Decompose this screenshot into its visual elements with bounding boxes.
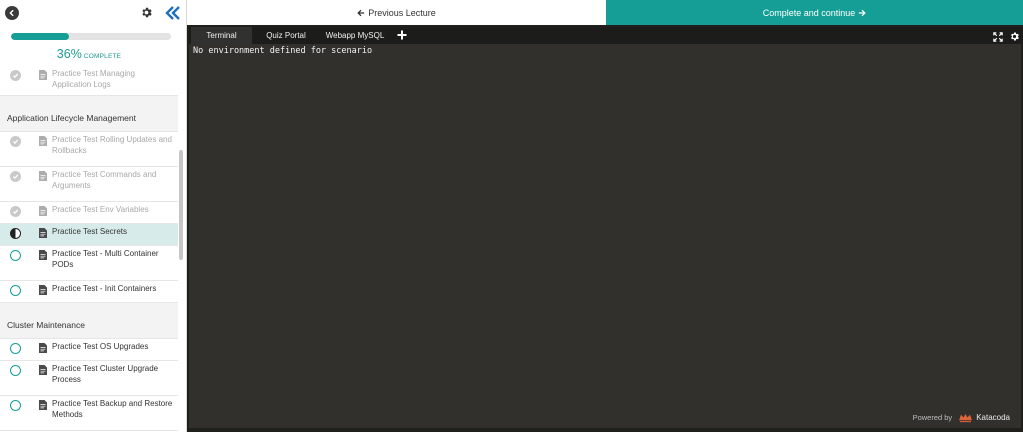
course-progress-bar	[11, 33, 171, 40]
lecture-title: Practice Test - Multi Container PODs	[52, 249, 159, 269]
completed-check-icon	[10, 171, 21, 182]
chevron-left-icon	[9, 9, 14, 17]
section-header: Application Lifecycle Management	[0, 96, 178, 132]
lecture-item[interactable]: Practice Test Managing Application Logs	[0, 66, 178, 96]
completed-check-icon	[10, 136, 21, 147]
previous-lecture-button[interactable]: Previous Lecture	[187, 0, 606, 25]
terminal-settings-icon[interactable]	[1009, 31, 1020, 42]
terminal-output: No environment defined for scenario	[193, 46, 373, 56]
document-icon	[39, 136, 47, 146]
document-icon	[39, 250, 47, 260]
sidebar-scrollbar[interactable]	[179, 150, 183, 260]
add-tab-icon[interactable]	[395, 28, 409, 42]
document-icon	[39, 365, 47, 375]
section-title: Cluster Maintenance	[7, 320, 85, 330]
not-started-icon	[10, 400, 21, 411]
progress-complete-text: COMPLETE	[83, 53, 122, 60]
not-started-icon	[10, 343, 21, 354]
lecture-title: Practice Test OS Upgrades	[52, 342, 149, 351]
complete-and-continue-button[interactable]: Complete and continue	[606, 0, 1023, 25]
document-icon	[39, 343, 47, 353]
not-started-icon	[10, 365, 21, 376]
lecture-item[interactable]: Practice Test Cluster Upgrade Process	[0, 361, 178, 396]
katacoda-logo-icon	[959, 413, 973, 423]
tab-quiz-portal-label: Quiz Portal	[266, 31, 306, 40]
lecture-item[interactable]: Practice Test Env Variables	[0, 202, 178, 224]
document-icon	[39, 400, 47, 410]
lecture-title: Practice Test Secrets	[52, 227, 127, 236]
lecture-title: Practice Test - Init Containers	[52, 284, 157, 293]
tab-webapp-mysql-label: Webapp MySQL	[325, 31, 385, 40]
section-header: Cluster Maintenance	[0, 303, 178, 339]
tab-terminal-label: Terminal	[206, 31, 237, 40]
gear-icon[interactable]	[140, 6, 153, 19]
section-title: Application Lifecycle Management	[7, 113, 136, 123]
document-icon	[39, 228, 47, 238]
document-icon	[39, 206, 47, 216]
completed-check-icon	[10, 70, 21, 81]
not-started-icon	[10, 285, 21, 296]
lecture-item[interactable]: Practice Test Commands and Arguments	[0, 167, 178, 202]
terminal-tab-bar: Terminal Quiz Portal Webapp MySQL	[189, 27, 1023, 44]
progress-percent: 36%	[56, 47, 82, 61]
lecture-item[interactable]: Practice Test - Init Containers	[0, 281, 178, 303]
lecture-list: Practice Test Managing Application Logs A…	[0, 66, 178, 431]
lecture-title: Practice Test Backup and Restore Methods	[52, 399, 173, 419]
lecture-item[interactable]: Practice Test Backup and Restore Methods	[0, 396, 178, 431]
collapse-sidebar-icon[interactable]	[165, 5, 181, 21]
progress-fill	[11, 33, 69, 40]
lecture-item[interactable]: Practice Test - Multi Container PODs	[0, 246, 178, 281]
fullscreen-icon[interactable]	[993, 32, 1003, 42]
arrow-left-icon	[357, 9, 365, 16]
arrow-right-icon	[859, 9, 866, 16]
powered-by-katacoda[interactable]: Powered by Katacoda	[913, 412, 1010, 423]
completed-check-icon	[10, 206, 21, 217]
katacoda-brand-name: Katacoda	[976, 413, 1010, 422]
not-started-icon	[10, 250, 21, 261]
terminal-screen[interactable]: No environment defined for scenario Powe…	[189, 44, 1021, 428]
lecture-title: Practice Test Env Variables	[52, 205, 149, 214]
sidebar-header	[0, 0, 186, 26]
course-sidebar: 36% COMPLETE Practice Test Managing Appli…	[0, 0, 187, 432]
complete-and-continue-label: Complete and continue	[762, 7, 856, 18]
back-button[interactable]	[5, 6, 19, 20]
lecture-title: Practice Test Rolling Updates and Rollba…	[52, 135, 172, 155]
terminal-panel: Terminal Quiz Portal Webapp MySQL No env…	[187, 25, 1023, 432]
document-icon	[39, 285, 47, 295]
lecture-item[interactable]: Practice Test OS Upgrades	[0, 339, 178, 361]
previous-lecture-label: Previous Lecture	[368, 7, 436, 18]
lecture-title: Practice Test Commands and Arguments	[52, 170, 157, 190]
lecture-title: Practice Test Cluster Upgrade Process	[52, 364, 159, 384]
document-icon	[39, 171, 47, 181]
in-progress-icon	[10, 228, 21, 239]
lecture-item[interactable]: Practice Test Rolling Updates and Rollba…	[0, 132, 178, 167]
tab-webapp-mysql[interactable]: Webapp MySQL	[320, 27, 390, 44]
tab-quiz-portal[interactable]: Quiz Portal	[256, 27, 316, 44]
progress-label: 36% COMPLETE	[0, 47, 178, 61]
lecture-item[interactable]: Practice Test Secrets	[0, 224, 178, 246]
document-icon	[39, 70, 47, 80]
powered-by-text: Powered by	[912, 413, 953, 422]
lecture-title: Practice Test Managing Application Logs	[52, 69, 136, 89]
tab-terminal[interactable]: Terminal	[191, 27, 252, 44]
